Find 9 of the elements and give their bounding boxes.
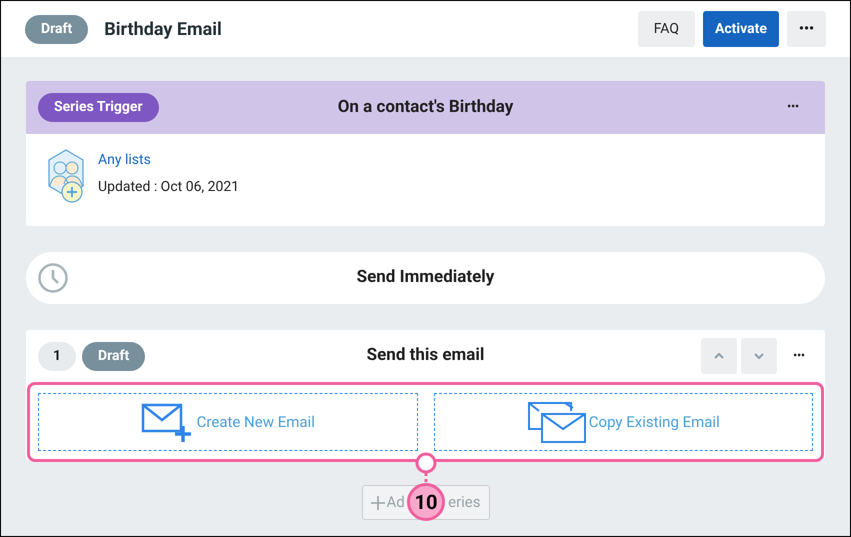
updated-date: Updated : Oct 06, 2021 <box>98 178 240 197</box>
trigger-badge: Series Trigger <box>38 93 159 122</box>
status-badge: Draft <box>82 342 146 370</box>
status-badge: Draft <box>25 14 88 44</box>
delay-title: Send Immediately <box>356 266 494 290</box>
step-title: Send this email <box>366 344 484 368</box>
step-number: 1 <box>38 342 76 370</box>
page-title: Birthday Email <box>104 18 223 42</box>
trigger-title: On a contact's Birthday <box>338 96 514 119</box>
